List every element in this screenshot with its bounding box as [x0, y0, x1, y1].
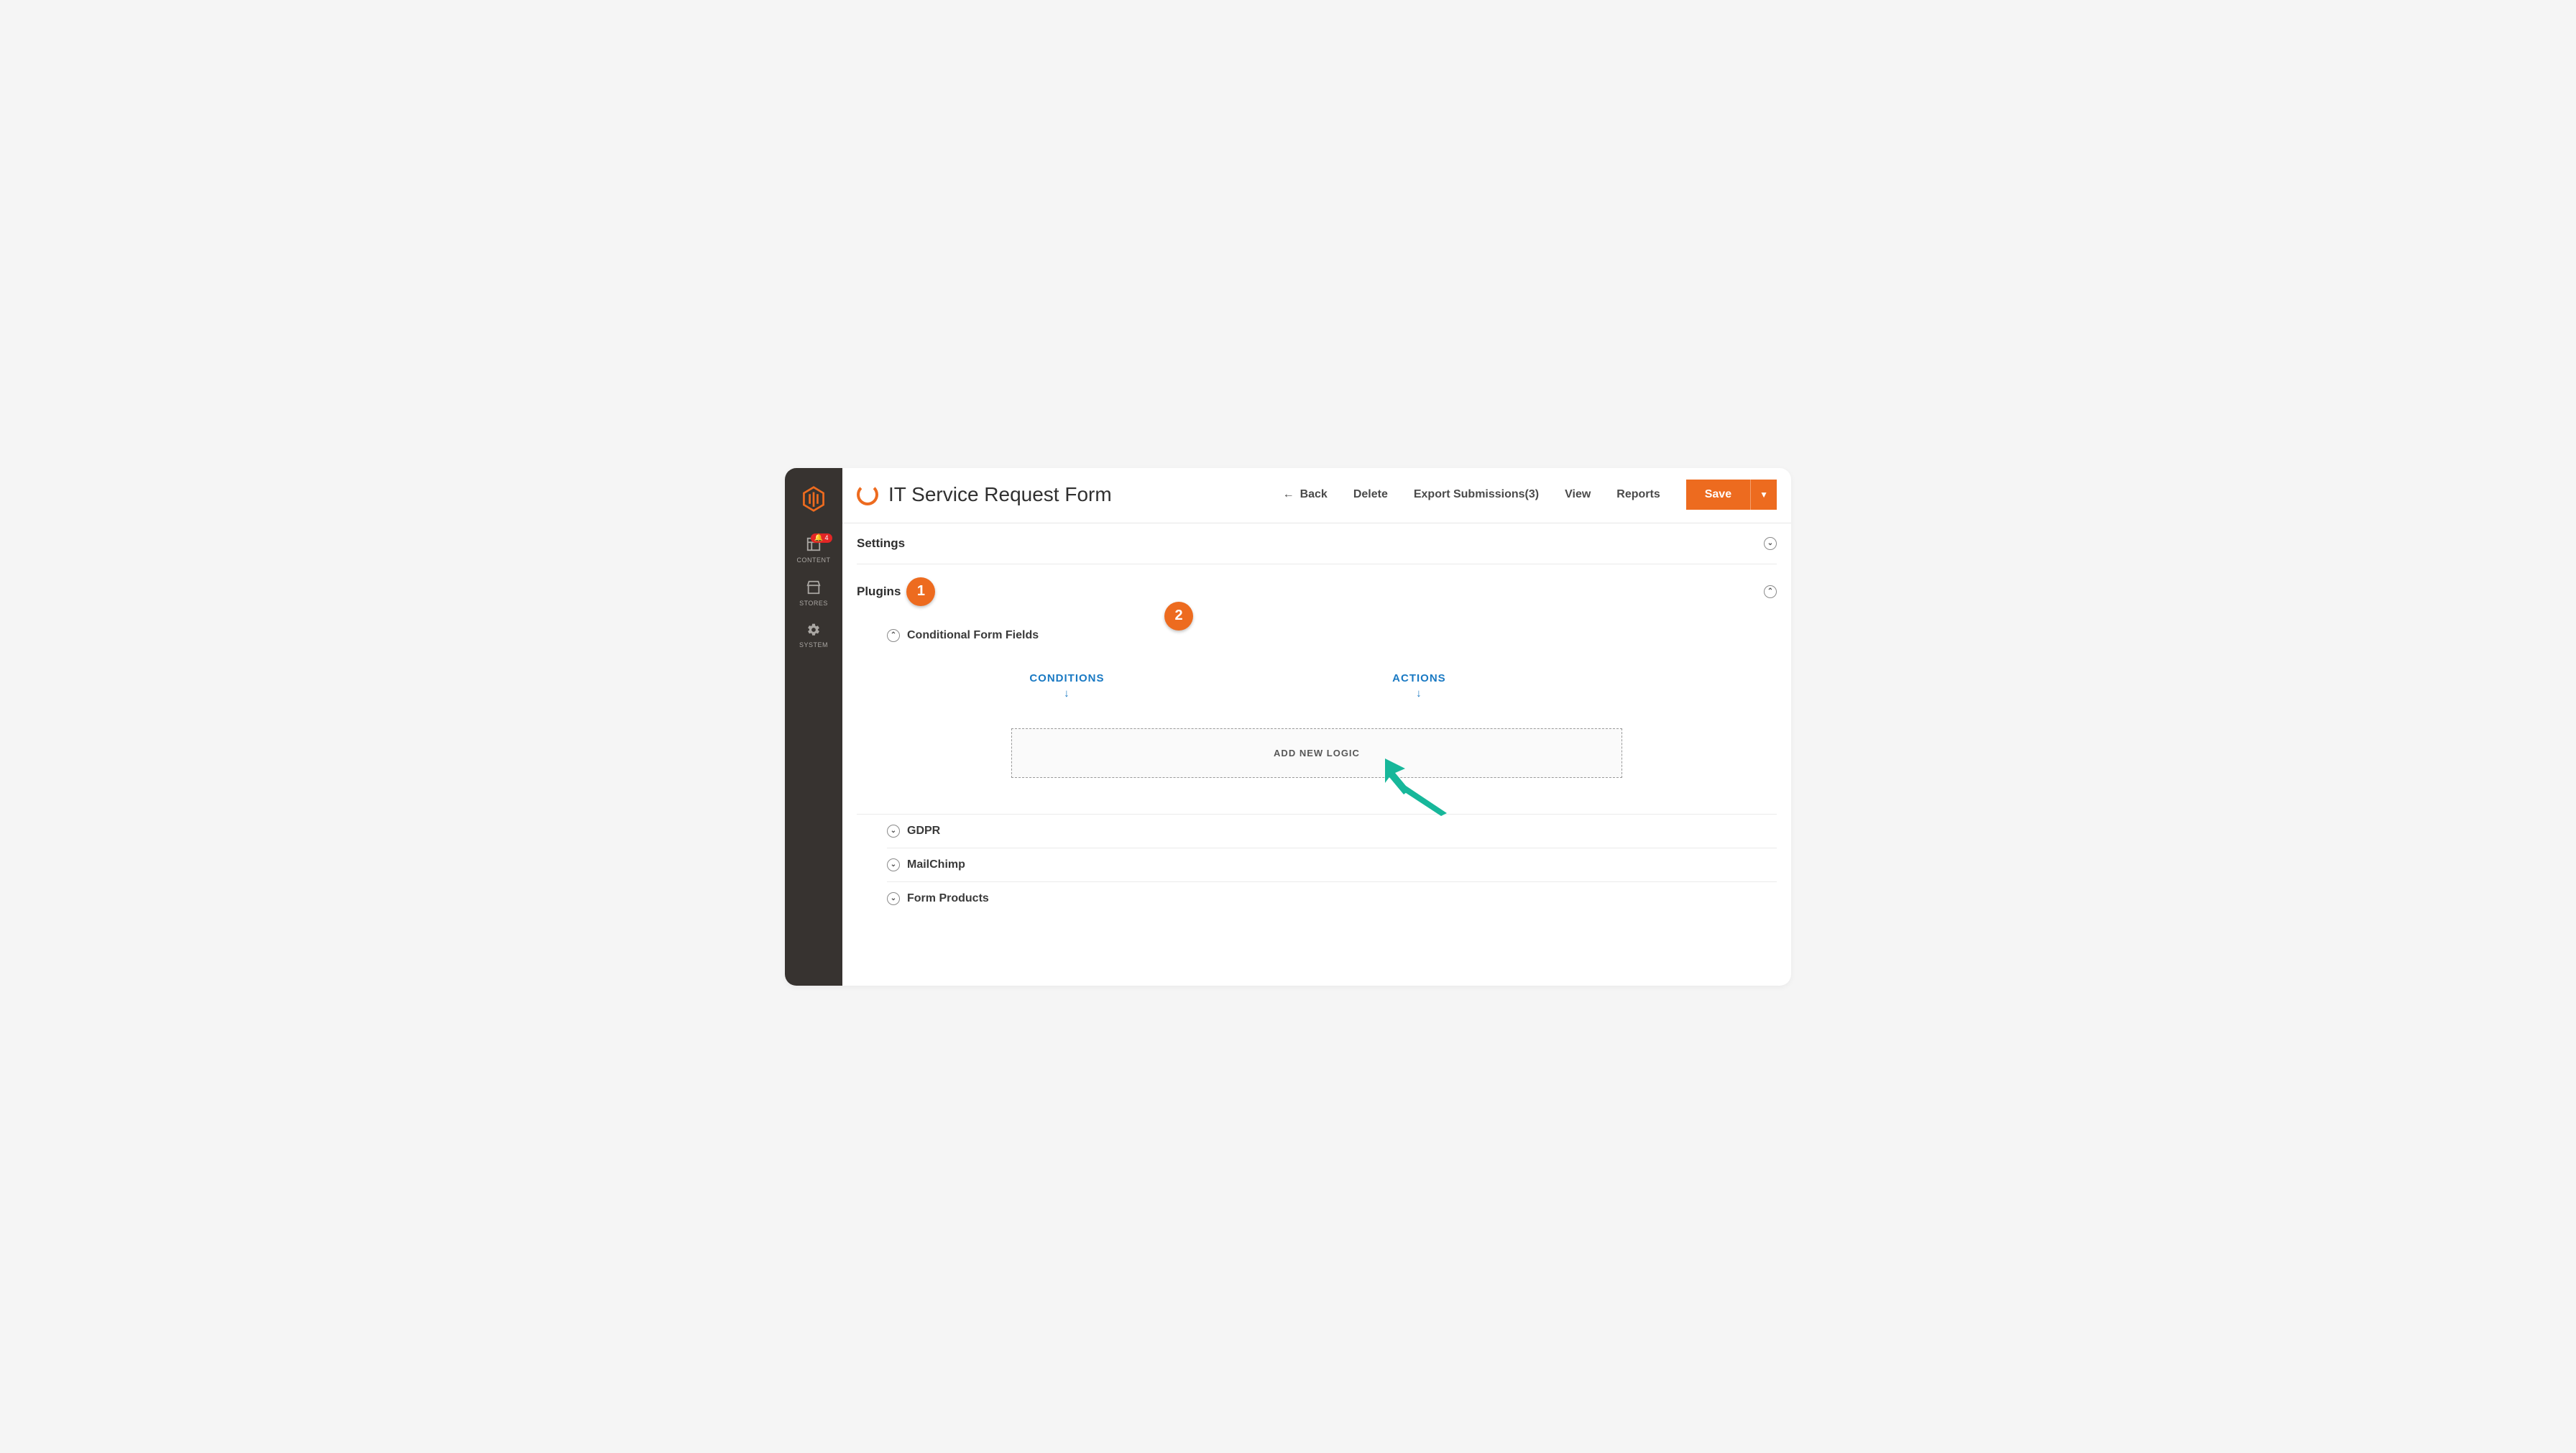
save-dropdown-toggle[interactable]: ▼ [1750, 480, 1777, 510]
conditional-plugin-panel: CONDITIONS ↓ ACTIONS ↓ ADD NEW LOGIC [857, 646, 1777, 815]
arrow-down-icon: ↓ [1416, 687, 1422, 700]
gear-icon [806, 623, 821, 638]
actions-label: ACTIONS [1392, 672, 1446, 684]
chevron-down-icon: ⌄ [887, 892, 900, 905]
nav-label: CONTENT [797, 556, 831, 564]
chevron-up-icon: ⌃ [1764, 585, 1777, 598]
app-frame: CONTENT 🔔 4 STORES SYSTEM IT Service Req… [785, 468, 1791, 986]
top-actions: ← Back Delete Export Submissions(3) View… [1283, 480, 1777, 510]
stores-icon [806, 579, 822, 597]
conditions-column: CONDITIONS ↓ [1029, 672, 1104, 700]
settings-label: Settings [857, 536, 905, 551]
plugin-label: GDPR [907, 825, 940, 838]
plugin-gdpr[interactable]: ⌄ GDPR [887, 815, 1777, 848]
notification-badge: 🔔 4 [811, 533, 832, 543]
chevron-up-icon: ⌃ [887, 629, 900, 642]
back-label: Back [1300, 488, 1328, 501]
plugins-content: 2 ⌃ Conditional Form Fields CONDITIONS ↓… [857, 619, 1777, 915]
reports-button[interactable]: Reports [1616, 488, 1660, 501]
plugin-conditional-form-fields[interactable]: ⌃ Conditional Form Fields [887, 619, 1777, 646]
chevron-down-icon: ⌄ [1764, 537, 1777, 550]
nav-stores[interactable]: STORES [785, 572, 842, 615]
view-button[interactable]: View [1565, 488, 1591, 501]
plugin-label: Conditional Form Fields [907, 629, 1039, 642]
nav-label: SYSTEM [799, 641, 828, 648]
annotation-callout-1: 1 [906, 577, 935, 606]
plugin-label: MailChimp [907, 858, 965, 871]
badge-count: 4 [824, 534, 829, 541]
nav-label: STORES [799, 600, 828, 607]
arrow-down-icon: ↓ [1064, 687, 1070, 700]
chevron-down-icon: ⌄ [887, 825, 900, 838]
chevron-down-icon: ⌄ [887, 858, 900, 871]
plugin-mailchimp[interactable]: ⌄ MailChimp [887, 848, 1777, 882]
magento-logo-icon [801, 485, 826, 516]
top-bar: IT Service Request Form ← Back Delete Ex… [842, 468, 1791, 523]
bell-icon: 🔔 [814, 534, 824, 542]
plugins-label: Plugins [857, 585, 901, 599]
add-new-logic-button[interactable]: ADD NEW LOGIC [1011, 728, 1622, 778]
nav-system[interactable]: SYSTEM [785, 615, 842, 657]
settings-section-header[interactable]: Settings ⌄ [857, 523, 1777, 564]
main-panel: IT Service Request Form ← Back Delete Ex… [842, 468, 1791, 986]
page-title: IT Service Request Form [888, 483, 1273, 506]
export-submissions-button[interactable]: Export Submissions(3) [1414, 488, 1539, 501]
save-button[interactable]: Save [1686, 480, 1750, 510]
annotation-callout-2: 2 [1164, 602, 1193, 631]
delete-button[interactable]: Delete [1353, 488, 1388, 501]
content-area: Settings ⌄ Plugins 1 ⌃ 2 ⌃ Conditional F… [842, 523, 1791, 915]
nav-content[interactable]: CONTENT 🔔 4 [785, 529, 842, 572]
actions-column: ACTIONS ↓ [1392, 672, 1446, 700]
save-button-group: Save ▼ [1686, 480, 1777, 510]
loading-spinner-icon [857, 484, 878, 505]
plugins-section-header[interactable]: Plugins 1 ⌃ [857, 564, 1777, 619]
admin-sidebar: CONTENT 🔔 4 STORES SYSTEM [785, 468, 842, 986]
conditions-label: CONDITIONS [1029, 672, 1104, 684]
plugin-label: Form Products [907, 892, 989, 905]
back-button[interactable]: ← Back [1283, 488, 1328, 501]
arrow-left-icon: ← [1283, 488, 1294, 501]
plugin-form-products[interactable]: ⌄ Form Products [887, 882, 1777, 915]
